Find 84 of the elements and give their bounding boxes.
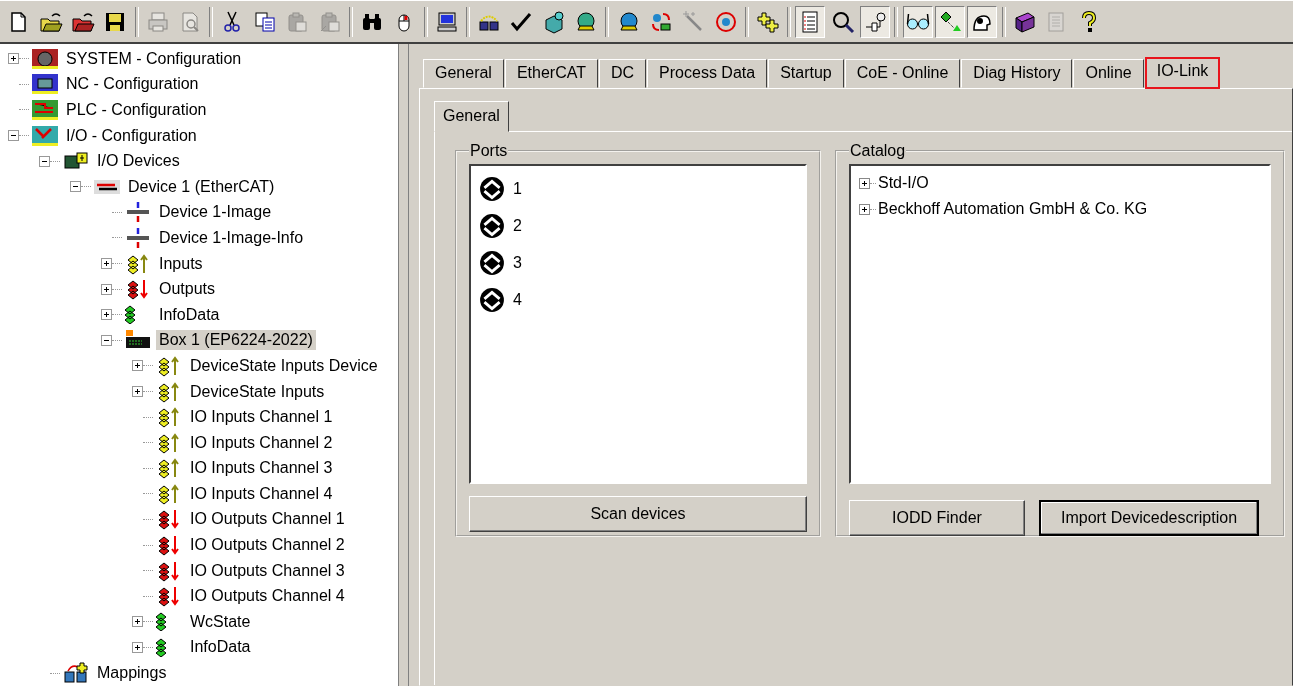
tree-item[interactable]: DeviceState Inputs Device [187, 355, 381, 376]
tree-item[interactable]: Mappings [94, 663, 170, 684]
nc-config-icon [31, 73, 59, 96]
process-image-icon [124, 226, 152, 249]
tab[interactable]: General [423, 59, 504, 88]
group-title: Ports [469, 142, 509, 160]
expander-button[interactable] [132, 641, 143, 653]
tree-item[interactable]: IO Inputs Channel 4 [187, 483, 336, 504]
scan-devices-button[interactable]: Scan devices [469, 496, 807, 532]
expander-button[interactable] [101, 309, 112, 321]
tab[interactable]: Online [1073, 59, 1144, 88]
status-stack-icon [124, 305, 136, 325]
tree-item[interactable]: IO Outputs Channel 2 [187, 535, 348, 556]
system-config-icon [31, 47, 59, 70]
tab[interactable]: Process Data [647, 59, 768, 88]
mappings-icon [62, 662, 90, 685]
tab[interactable]: DC [599, 59, 647, 88]
expander-button[interactable] [859, 177, 870, 189]
tree-item[interactable]: Device 1-Image-Info [156, 227, 307, 248]
tree-item[interactable]: IO Inputs Channel 2 [187, 432, 336, 453]
tab[interactable]: EtherCAT [504, 59, 598, 88]
expander-button[interactable] [132, 386, 143, 397]
tab[interactable]: IO-Link [1144, 57, 1221, 89]
expander-button[interactable] [39, 155, 50, 167]
expander-button[interactable] [8, 53, 19, 65]
port-icon [479, 286, 505, 313]
list-tool-button[interactable] [795, 5, 826, 38]
clipboard-icon [285, 9, 310, 34]
tab[interactable]: Diag History [961, 59, 1073, 88]
tree-item[interactable]: Box 1 (EP6224-2022) [156, 330, 316, 351]
port-icon [479, 249, 505, 276]
expander-button[interactable] [859, 203, 870, 215]
catalog-button[interactable]: IODD Finder [849, 500, 1025, 536]
search-icon [830, 9, 855, 34]
tab[interactable]: Startup [768, 59, 844, 88]
status-stack-icon [155, 612, 167, 632]
tree-item[interactable]: SYSTEM - Configuration [63, 48, 245, 69]
port-label[interactable]: 2 [513, 216, 522, 235]
expander-button[interactable] [8, 130, 19, 142]
tree-item[interactable]: IO Outputs Channel 4 [187, 586, 348, 607]
port-icon [479, 212, 505, 239]
tab[interactable]: CoE - Online [844, 59, 961, 88]
tree-item[interactable]: IO Outputs Channel 1 [187, 509, 348, 530]
expander-button[interactable] [101, 334, 112, 346]
glasses-tool-button[interactable] [902, 5, 933, 38]
tree-item[interactable]: Device 1 (EtherCAT) [125, 176, 278, 197]
tree-item[interactable]: WcState [187, 611, 254, 632]
port-label[interactable]: 4 [513, 290, 522, 309]
process-image-icon [124, 201, 152, 224]
tree-item[interactable]: I/O Devices [94, 151, 183, 172]
expander-button[interactable] [101, 283, 112, 295]
head-tool-button[interactable] [967, 5, 998, 38]
status-stack-icon [155, 637, 167, 657]
group-title: Catalog [849, 142, 907, 160]
tree-item[interactable]: IO Inputs Channel 1 [187, 407, 336, 428]
tree-item[interactable]: InfoData [156, 304, 223, 325]
computer-icon [434, 9, 459, 34]
tree-item[interactable]: NC - Configuration [63, 74, 202, 95]
tree-item[interactable]: Outputs [156, 279, 219, 300]
copy-icon [252, 9, 277, 34]
tree-item[interactable]: Inputs [156, 253, 206, 274]
port-label[interactable]: 3 [513, 253, 522, 272]
plc-config-icon [31, 99, 59, 121]
tree-item[interactable]: IO Inputs Channel 3 [187, 458, 336, 479]
tree-item[interactable]: DeviceState Inputs [187, 381, 328, 402]
tree-item[interactable]: I/O - Configuration [63, 125, 200, 146]
catalog-item[interactable]: Beckhoff Automation GmbH & Co. KG [878, 200, 1148, 218]
expander-button[interactable] [132, 360, 143, 372]
catalog-item[interactable]: Std-I/O [878, 174, 929, 192]
expander-button[interactable] [70, 181, 81, 193]
expander-button[interactable] [132, 616, 143, 628]
catalog-button[interactable]: Import Devicedescription [1039, 500, 1259, 536]
tree-item[interactable]: PLC - Configuration [63, 100, 210, 120]
port-label[interactable]: 1 [513, 179, 522, 198]
tree-item[interactable]: IO Outputs Channel 3 [187, 560, 348, 581]
io-config-icon [31, 124, 59, 147]
port-icon [479, 175, 505, 202]
crosses-icon [756, 9, 781, 34]
diamond-tool-button[interactable] [934, 5, 965, 38]
expander-button[interactable] [101, 258, 112, 270]
tree-item[interactable]: Device 1-Image [156, 202, 275, 223]
printer-icon [145, 9, 170, 34]
tree-item[interactable]: InfoData [187, 637, 254, 658]
tab[interactable]: General [434, 101, 509, 132]
